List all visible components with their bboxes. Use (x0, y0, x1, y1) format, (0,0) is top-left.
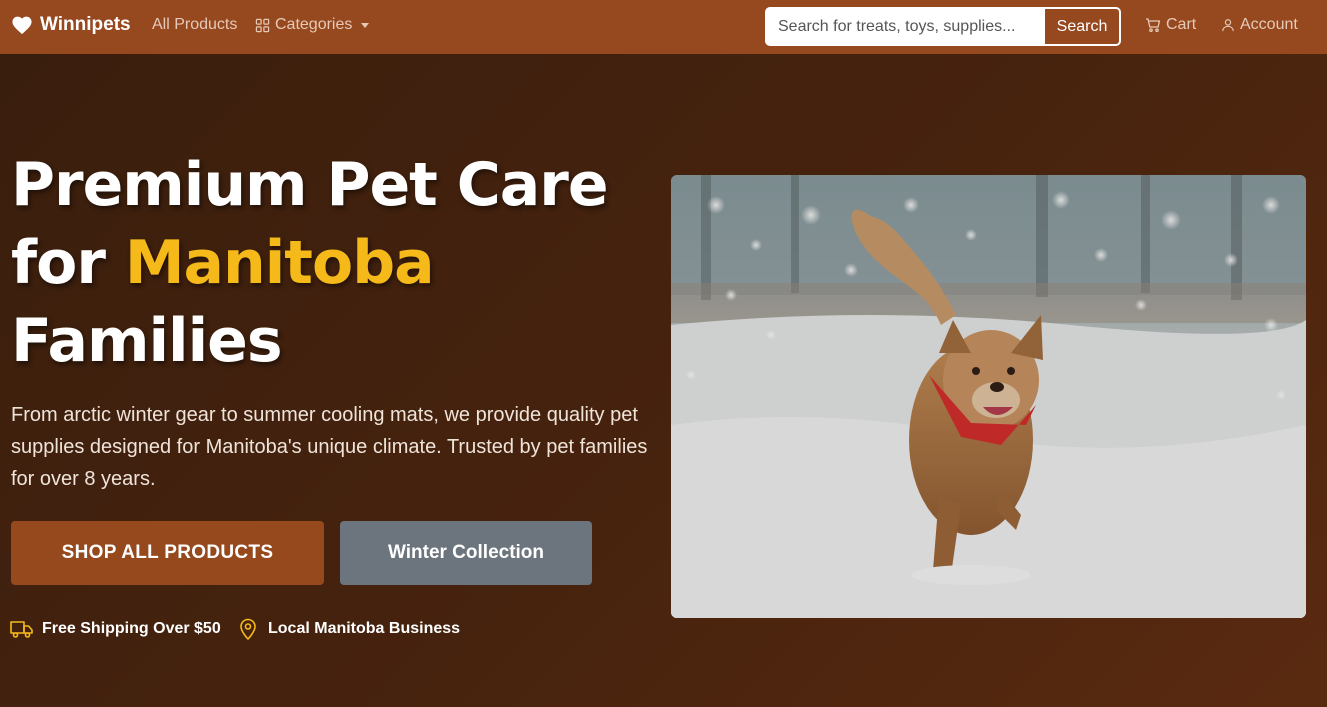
brand-name: Winnipets (40, 14, 131, 35)
hero-description: From arctic winter gear to summer coolin… (11, 404, 648, 490)
hero-title-line1: Premium Pet Care (11, 150, 609, 220)
shop-all-products-button[interactable]: SHOP ALL PRODUCTS (11, 521, 324, 585)
hero-title: Premium Pet Care for Manitoba Families (11, 146, 651, 380)
winter-collection-button[interactable]: Winter Collection (340, 521, 592, 585)
nav-categories-dropdown[interactable]: Categories (255, 16, 370, 34)
search-button[interactable]: Search (1045, 9, 1119, 44)
nav-categories-label: Categories (275, 16, 353, 33)
nav-account-label: Account (1240, 16, 1298, 33)
brand-logo-link[interactable]: Winnipets (11, 14, 131, 36)
truck-icon (10, 621, 33, 638)
cart-icon (1146, 18, 1161, 33)
nav-cart[interactable]: Cart (1145, 16, 1196, 34)
nav-all-products-label: All Products (152, 16, 238, 33)
navbar: Winnipets All Products Categories Search… (0, 0, 1327, 54)
nav-account[interactable]: Account (1221, 16, 1298, 34)
nav-all-products[interactable]: All Products (152, 16, 237, 34)
hero-section: Premium Pet Care for Manitoba Families F… (0, 54, 1327, 707)
heart-icon (12, 16, 32, 35)
nav-cart-label: Cart (1166, 16, 1197, 33)
hero-title-for: for (11, 228, 106, 298)
dog-in-snow-illustration (671, 175, 1306, 618)
hero-title-line3: Families (11, 306, 283, 376)
user-icon (1222, 19, 1234, 32)
grid-icon (255, 18, 270, 32)
feature-free-shipping: Free Shipping Over $50 (10, 617, 221, 641)
hero-title-accent: Manitoba (124, 228, 435, 298)
feature-local-business: Local Manitoba Business (236, 617, 460, 641)
map-pin-icon (240, 618, 256, 641)
search-input[interactable] (767, 9, 1045, 44)
chevron-down-icon (361, 22, 370, 28)
feature-free-shipping-label: Free Shipping Over $50 (42, 620, 221, 637)
hero-dog-snow-image (671, 175, 1306, 618)
search-form: Search (765, 7, 1121, 46)
feature-local-business-label: Local Manitoba Business (268, 620, 461, 637)
